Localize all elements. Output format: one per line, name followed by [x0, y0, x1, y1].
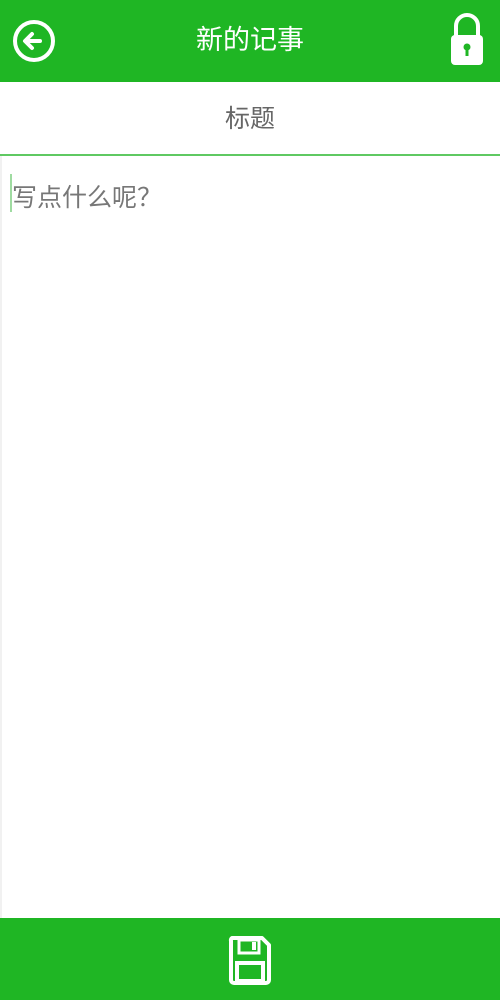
lock-icon: [451, 13, 483, 65]
top-app-bar: 新的记事: [0, 0, 500, 82]
back-button[interactable]: [12, 19, 56, 63]
note-body-area: [0, 156, 500, 918]
floppy-disk-save-icon: [228, 936, 271, 985]
back-arrow-circle-icon: [13, 20, 55, 62]
text-cursor: [10, 174, 12, 212]
save-button[interactable]: [228, 935, 272, 985]
note-body-input[interactable]: [2, 156, 500, 918]
page-title: 新的记事: [196, 25, 304, 56]
note-editor-screen: 新的记事: [0, 0, 500, 1000]
note-title-input[interactable]: [0, 82, 500, 154]
lock-button[interactable]: [450, 11, 484, 67]
bottom-action-bar: [0, 918, 500, 1000]
note-title-row: [0, 82, 500, 156]
